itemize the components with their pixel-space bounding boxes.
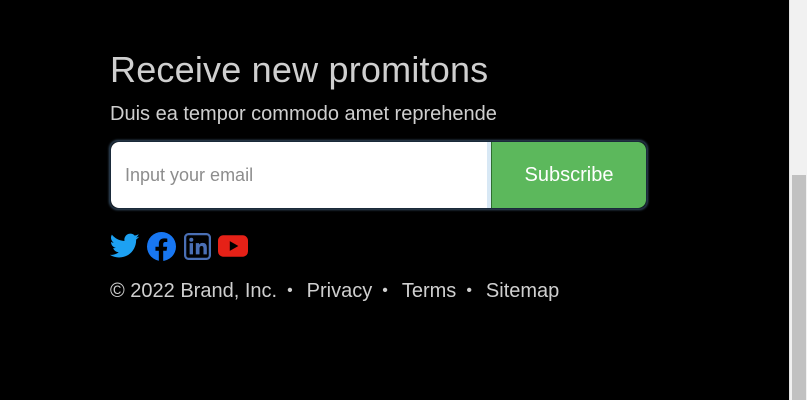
twitter-link[interactable] <box>110 231 140 261</box>
twitter-icon <box>110 233 140 258</box>
youtube-icon <box>218 235 248 257</box>
vertical-scrollbar[interactable] <box>789 0 807 400</box>
sitemap-link[interactable]: Sitemap <box>486 279 559 303</box>
email-input[interactable] <box>111 142 491 208</box>
separator-dot: • <box>382 282 388 299</box>
linkedin-link[interactable] <box>182 231 212 261</box>
separator-dot: • <box>466 282 472 299</box>
terms-link[interactable]: Terms <box>402 279 456 303</box>
separator-dot: • <box>287 282 293 299</box>
linkedin-icon <box>183 232 211 260</box>
newsletter-footer: Receive new promitons Duis ea tempor com… <box>110 48 650 303</box>
social-links <box>110 231 650 261</box>
youtube-link[interactable] <box>218 231 248 261</box>
subscribe-button[interactable]: Subscribe <box>491 142 646 208</box>
facebook-icon <box>146 231 176 261</box>
footer-links: © 2022 Brand, Inc. • Privacy • Terms • S… <box>110 279 650 303</box>
copyright-text: © 2022 Brand, Inc. <box>110 280 278 302</box>
subscribe-form: Subscribe <box>110 141 647 209</box>
newsletter-title: Receive new promitons <box>110 49 489 90</box>
newsletter-subtitle: Duis ea tempor commodo amet reprehende <box>110 103 497 125</box>
facebook-link[interactable] <box>146 231 176 261</box>
page: Receive new promitons Duis ea tempor com… <box>0 0 807 400</box>
scrollbar-thumb[interactable] <box>792 175 806 400</box>
privacy-link[interactable]: Privacy <box>307 279 373 303</box>
